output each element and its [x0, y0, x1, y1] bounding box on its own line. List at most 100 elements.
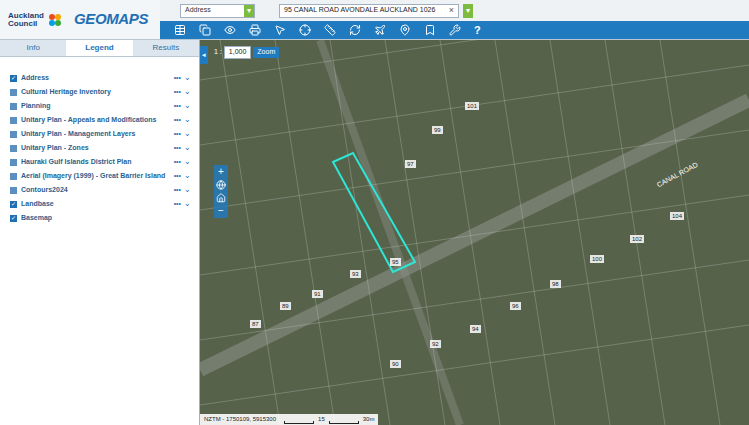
panel-tab[interactable]: Info	[0, 40, 66, 56]
clear-button[interactable]: ×	[449, 6, 454, 15]
layer-checkbox[interactable]: ✓	[10, 201, 17, 208]
parcel-label: 104	[670, 212, 684, 220]
geomaps-app: AucklandCouncil GEOMAPS Address▾ 95 CANAL R…	[0, 0, 749, 425]
scale-control: 1 :1,000Zoom	[214, 46, 279, 59]
layer-checkbox[interactable]	[10, 187, 17, 194]
zoom-button[interactable]: Zoom	[253, 47, 279, 58]
crosshair-icon[interactable]	[299, 24, 311, 36]
parcel-label: 102	[630, 235, 644, 243]
pin-icon[interactable]	[399, 24, 411, 36]
layer-checkbox[interactable]	[10, 145, 17, 152]
parcel-label: 93	[350, 270, 361, 278]
layer-checkbox[interactable]	[10, 173, 17, 180]
parcel-label: 100	[590, 255, 604, 263]
layer-row[interactable]: Planning•••⌄	[10, 99, 191, 113]
header: AucklandCouncil GEOMAPS Address▾ 95 CANAL R…	[0, 0, 749, 40]
layer-expand-button[interactable]: ⌄	[184, 116, 191, 124]
layer-row[interactable]: Cultural Heritage Inventory•••⌄	[10, 85, 191, 99]
help-button[interactable]: ?	[474, 22, 481, 39]
layer-row[interactable]: Unitary Plan - Zones•••⌄	[10, 141, 191, 155]
layer-row[interactable]: Contours2024•••⌄	[10, 183, 191, 197]
layer-row[interactable]: Unitary Plan - Management Layers•••⌄	[10, 127, 191, 141]
layer-expand-button[interactable]: ⌄	[184, 102, 191, 110]
app-name: GEOMAPS	[74, 8, 148, 31]
council-bird-icon	[48, 13, 62, 27]
zoom-in-button[interactable]: +	[218, 167, 224, 177]
logo[interactable]: AucklandCouncil GEOMAPS	[0, 0, 160, 39]
logo-text: Council	[8, 20, 44, 28]
layer-more-button[interactable]: •••	[174, 87, 181, 98]
home-icon[interactable]	[216, 193, 226, 203]
parcel-label: 91	[312, 290, 323, 298]
layer-expand-button[interactable]: ⌄	[184, 186, 191, 194]
layer-more-button[interactable]: •••	[174, 115, 181, 126]
search-input[interactable]: 95 CANAL ROAD AVONDALE AUCKLAND 1026×	[279, 4, 459, 18]
street-label: CANAL ROAD	[655, 160, 700, 191]
status-bar: NZTM - 1750109, 59153001530m	[200, 414, 378, 425]
layer-expand-button[interactable]: ⌄	[184, 144, 191, 152]
layer-more-button[interactable]: •••	[174, 171, 181, 182]
logo-text: Auckland	[8, 12, 44, 20]
side-panel: InfoLegendResults ✓Address•••⌄Cultural He…	[0, 40, 200, 425]
layer-expand-button[interactable]: ⌄	[184, 200, 191, 208]
layer-row[interactable]: Hauraki Gulf Islands District Plan•••⌄	[10, 155, 191, 169]
scale-input[interactable]: 1,000	[224, 46, 252, 59]
layer-row[interactable]: ✓Landbase•••⌄	[10, 197, 191, 211]
wrench-icon[interactable]	[449, 24, 461, 36]
parcel-label: 90	[390, 360, 401, 368]
layer-expand-button[interactable]: ⌄	[184, 130, 191, 138]
layer-more-button[interactable]: •••	[174, 143, 181, 154]
layer-expand-button[interactable]: ⌄	[184, 172, 191, 180]
layer-expand-button[interactable]: ⌄	[184, 88, 191, 96]
panel-tab[interactable]: Legend	[66, 40, 132, 56]
layer-row[interactable]: ✓Basemap	[10, 211, 191, 225]
copy-icon[interactable]	[199, 24, 211, 36]
layer-checkbox[interactable]: ✓	[10, 215, 17, 222]
parcel-label: 87	[250, 320, 261, 328]
layer-checkbox[interactable]	[10, 89, 17, 96]
search-bar: Address▾ 95 CANAL ROAD AVONDALE AUCKLAND …	[160, 0, 749, 21]
eye-icon[interactable]	[224, 24, 236, 36]
coordinates: NZTM - 1750109, 5915300	[204, 415, 276, 424]
plane-icon[interactable]	[374, 24, 386, 36]
parcel-label: 89	[280, 302, 291, 310]
panel-tab[interactable]: Results	[133, 40, 199, 56]
parcel-lines	[200, 40, 749, 425]
layer-row[interactable]: Aerial (Imagery (1999) - Great Barrier I…	[10, 169, 191, 183]
parcel-label: 98	[550, 280, 561, 288]
layer-more-button[interactable]: •••	[174, 199, 181, 210]
layer-expand-button[interactable]: ⌄	[184, 158, 191, 166]
bookmark-icon[interactable]	[424, 24, 436, 36]
search-dropdown-button[interactable]: ▾	[463, 4, 473, 18]
layer-more-button[interactable]: •••	[174, 101, 181, 112]
map[interactable]: 959793991019189929496988710010210490CANA…	[200, 40, 749, 425]
collapse-panel-button[interactable]: ◂	[200, 46, 208, 64]
parcel-label: 94	[470, 325, 481, 333]
refresh-icon[interactable]	[349, 24, 361, 36]
parcel-label: 96	[510, 302, 521, 310]
layer-checkbox[interactable]: ✓	[10, 75, 17, 82]
layer-checkbox[interactable]	[10, 159, 17, 166]
globe-icon[interactable]	[216, 180, 226, 190]
layer-checkbox[interactable]	[10, 117, 17, 124]
printer-icon[interactable]	[249, 24, 261, 36]
layer-more-button[interactable]: •••	[174, 73, 181, 84]
layer-checkbox[interactable]	[10, 103, 17, 110]
layer-more-button[interactable]: •••	[174, 157, 181, 168]
layer-row[interactable]: ✓Address•••⌄	[10, 71, 191, 85]
layer-checkbox[interactable]	[10, 131, 17, 138]
pointer-icon[interactable]	[274, 24, 286, 36]
parcel-label: 92	[430, 340, 441, 348]
zoom-out-button[interactable]: −	[218, 206, 224, 216]
toolbar: ?	[160, 21, 749, 39]
layer-row[interactable]: Unitary Plan - Appeals and Modifications…	[10, 113, 191, 127]
selected-parcel[interactable]	[333, 153, 415, 272]
layer-expand-button[interactable]: ⌄	[184, 74, 191, 82]
panel-tabs: InfoLegendResults	[0, 40, 199, 57]
parcel-label: 101	[465, 102, 479, 110]
search-type-select[interactable]: Address▾	[180, 4, 255, 18]
ruler-icon[interactable]	[324, 24, 336, 36]
layer-more-button[interactable]: •••	[174, 129, 181, 140]
table-icon[interactable]	[174, 24, 186, 36]
layer-more-button[interactable]: •••	[174, 185, 181, 196]
